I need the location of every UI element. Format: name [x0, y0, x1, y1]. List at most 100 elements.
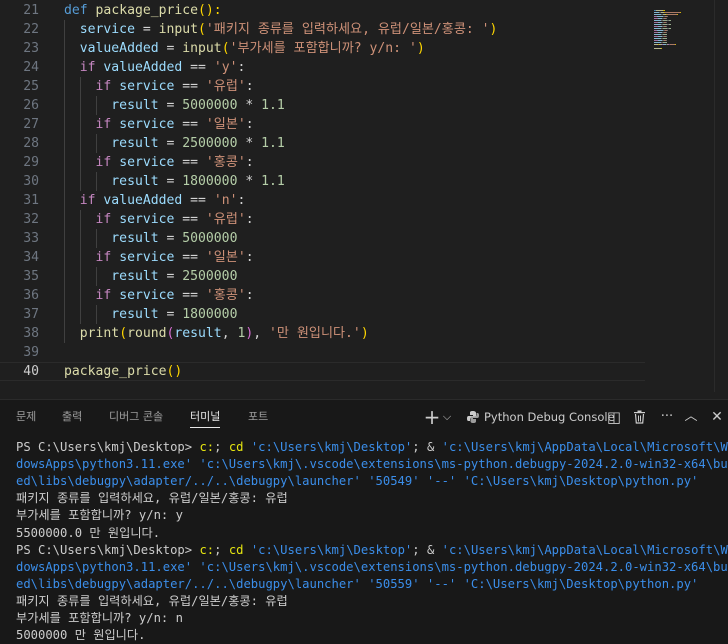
indent-guide	[79, 77, 81, 191]
line-number[interactable]: 25	[0, 77, 39, 96]
code-line[interactable]: 33 result = 5000000	[0, 229, 645, 248]
line-number[interactable]: 32	[0, 210, 39, 229]
tab-output[interactable]: 출력	[62, 400, 82, 434]
line-number[interactable]: 28	[0, 134, 39, 153]
code-text[interactable]: if valueAdded == 'y':	[64, 58, 246, 77]
code-text[interactable]: result = 1800000	[64, 305, 237, 324]
terminal-line[interactable]: 부가세를 포함합니까? y/n: y	[16, 507, 183, 524]
more-icon[interactable]: ···	[656, 408, 678, 426]
code-text[interactable]: if service == '일본':	[64, 115, 254, 134]
terminal-line[interactable]: 5000000 만 원입니다.	[16, 627, 145, 644]
line-number[interactable]: 24	[0, 58, 39, 77]
maximize-panel-icon[interactable]: ︿	[683, 408, 699, 426]
minimap-mark	[665, 12, 680, 13]
tab-terminal[interactable]: 터미널	[190, 400, 221, 434]
code-text[interactable]: if valueAdded == 'n':	[64, 191, 246, 210]
line-number[interactable]: 22	[0, 20, 39, 39]
code-line[interactable]: 21 def package_price():	[0, 1, 645, 20]
minimap-mark	[663, 38, 667, 39]
panel-tab-bar: 문제 출력 디버그 콘솔 터미널 포트 + ⌵ Python Debug Con…	[0, 400, 728, 434]
code-line[interactable]: 31 if valueAdded == 'n':	[0, 191, 645, 210]
code-text[interactable]: result = 2500000	[64, 267, 237, 286]
line-number[interactable]: 38	[0, 324, 39, 343]
line-number[interactable]: 36	[0, 286, 39, 305]
code-text[interactable]: service = input('패키지 종류를 입력하세요, 유럽/일본/홍콩…	[64, 20, 498, 39]
code-line[interactable]: 37 result = 1800000	[0, 305, 645, 324]
terminal-line[interactable]: 패키지 종류를 입력하세요, 유럽/일본/홍콩: 유럽	[16, 490, 288, 507]
terminal-line[interactable]: ed\libs\debugpy\adapter/../..\debugpy\la…	[16, 473, 698, 490]
code-text[interactable]: package_price()	[64, 362, 182, 381]
code-line[interactable]: 22 service = input('패키지 종류를 입력하세요, 유럽/일본…	[0, 20, 645, 39]
code-text[interactable]: result = 5000000 * 1.1	[64, 96, 284, 115]
minimap-mark	[667, 30, 668, 31]
code-line[interactable]: 38 print(round(result, 1), '만 원입니다.')	[0, 324, 645, 343]
code-line[interactable]: 35 result = 2500000	[0, 267, 645, 286]
code-text[interactable]: def package_price():	[64, 1, 222, 20]
line-number[interactable]: 27	[0, 115, 39, 134]
code-line[interactable]: 25 if service == '유럽':	[0, 77, 645, 96]
terminal-line[interactable]: 패키지 종류를 입력하세요, 유럽/일본/홍콩: 유럽	[16, 593, 288, 610]
indent-guide	[95, 134, 97, 153]
split-terminal-icon[interactable]: ◫	[605, 408, 623, 426]
terminal-line[interactable]: dowsApps\python3.11.exe' 'c:\Users\kmj\.…	[16, 456, 728, 473]
code-text[interactable]: if service == '홍콩':	[64, 286, 254, 305]
line-number[interactable]: 21	[0, 1, 39, 20]
terminal-output[interactable]: PS C:\Users\kmj\Desktop> c:; cd 'c:\User…	[0, 436, 728, 644]
code-text[interactable]: valueAdded = input('부가세를 포함합니까? y/n: ')	[64, 39, 425, 58]
code-text[interactable]: if service == '홍콩':	[64, 153, 254, 172]
code-line[interactable]: 39	[0, 343, 645, 362]
code-line[interactable]: 40 package_price()	[0, 362, 645, 381]
code-text[interactable]: if service == '유럽':	[64, 77, 254, 96]
minimap-mark	[666, 26, 667, 27]
code-text[interactable]: result = 1800000 * 1.1	[64, 172, 284, 191]
trash-icon[interactable]	[630, 408, 648, 426]
code-line[interactable]: 32 if service == '유럽':	[0, 210, 645, 229]
code-text[interactable]: if service == '유럽':	[64, 210, 254, 229]
line-number[interactable]: 40	[0, 362, 39, 381]
code-line[interactable]: 28 result = 2500000 * 1.1	[0, 134, 645, 153]
line-number[interactable]: 30	[0, 172, 39, 191]
close-panel-icon[interactable]: ✕	[709, 408, 725, 426]
add-terminal-icon[interactable]: +	[423, 407, 441, 427]
code-text[interactable]: print(round(result, 1), '만 원입니다.')	[64, 324, 369, 343]
line-number[interactable]: 23	[0, 39, 39, 58]
line-number[interactable]: 31	[0, 191, 39, 210]
terminal-line[interactable]: 부가세를 포함합니까? y/n: n	[16, 610, 183, 627]
code-line[interactable]: 30 result = 1800000 * 1.1	[0, 172, 645, 191]
tab-problems[interactable]: 문제	[16, 400, 36, 434]
line-number[interactable]: 37	[0, 305, 39, 324]
line-number[interactable]: 35	[0, 267, 39, 286]
tab-debug-console[interactable]: 디버그 콘솔	[109, 400, 163, 434]
editor-scrollbar[interactable]	[714, 0, 728, 392]
code-line[interactable]: 26 result = 5000000 * 1.1	[0, 96, 645, 115]
code-line[interactable]: 29 if service == '홍콩':	[0, 153, 645, 172]
code-line[interactable]: 27 if service == '일본':	[0, 115, 645, 134]
line-number[interactable]: 29	[0, 153, 39, 172]
terminal-line[interactable]: PS C:\Users\kmj\Desktop> c:; cd 'c:\User…	[16, 542, 728, 559]
code-line[interactable]: 24 if valueAdded == 'y':	[0, 58, 645, 77]
terminal-line[interactable]: PS C:\Users\kmj\Desktop> c:; cd 'c:\User…	[16, 439, 728, 456]
terminal-line[interactable]: ed\libs\debugpy\adapter/../..\debugpy\la…	[16, 576, 698, 593]
code-text[interactable]: if service == '일본':	[64, 248, 254, 267]
indent-guide	[95, 305, 97, 324]
code-line[interactable]: 36 if service == '홍콩':	[0, 286, 645, 305]
minimap-mark	[654, 48, 661, 49]
line-number[interactable]: 26	[0, 96, 39, 115]
minimap[interactable]	[650, 0, 712, 75]
minimap-mark	[680, 12, 681, 13]
terminal-line[interactable]: 5500000.0 만 원입니다.	[16, 525, 160, 542]
code-line[interactable]: 34 if service == '일본':	[0, 248, 645, 267]
indent-guide	[64, 20, 65, 343]
terminal-name[interactable]: Python Debug Console	[484, 400, 615, 434]
line-number[interactable]: 33	[0, 229, 39, 248]
code-line[interactable]: 23 valueAdded = input('부가세를 포함합니까? y/n: …	[0, 39, 645, 58]
code-text[interactable]: result = 5000000	[64, 229, 237, 248]
line-number[interactable]: 34	[0, 248, 39, 267]
line-number[interactable]: 39	[0, 343, 39, 362]
terminal-line[interactable]: dowsApps\python3.11.exe' 'c:\Users\kmj\.…	[16, 559, 728, 576]
chevron-down-icon[interactable]: ⌵	[441, 408, 453, 426]
minimap-mark	[663, 34, 667, 35]
code-text[interactable]: result = 2500000 * 1.1	[64, 134, 284, 153]
code-editor[interactable]: 21 def package_price(): 22 service = input…	[0, 0, 728, 392]
tab-ports[interactable]: 포트	[248, 400, 268, 434]
